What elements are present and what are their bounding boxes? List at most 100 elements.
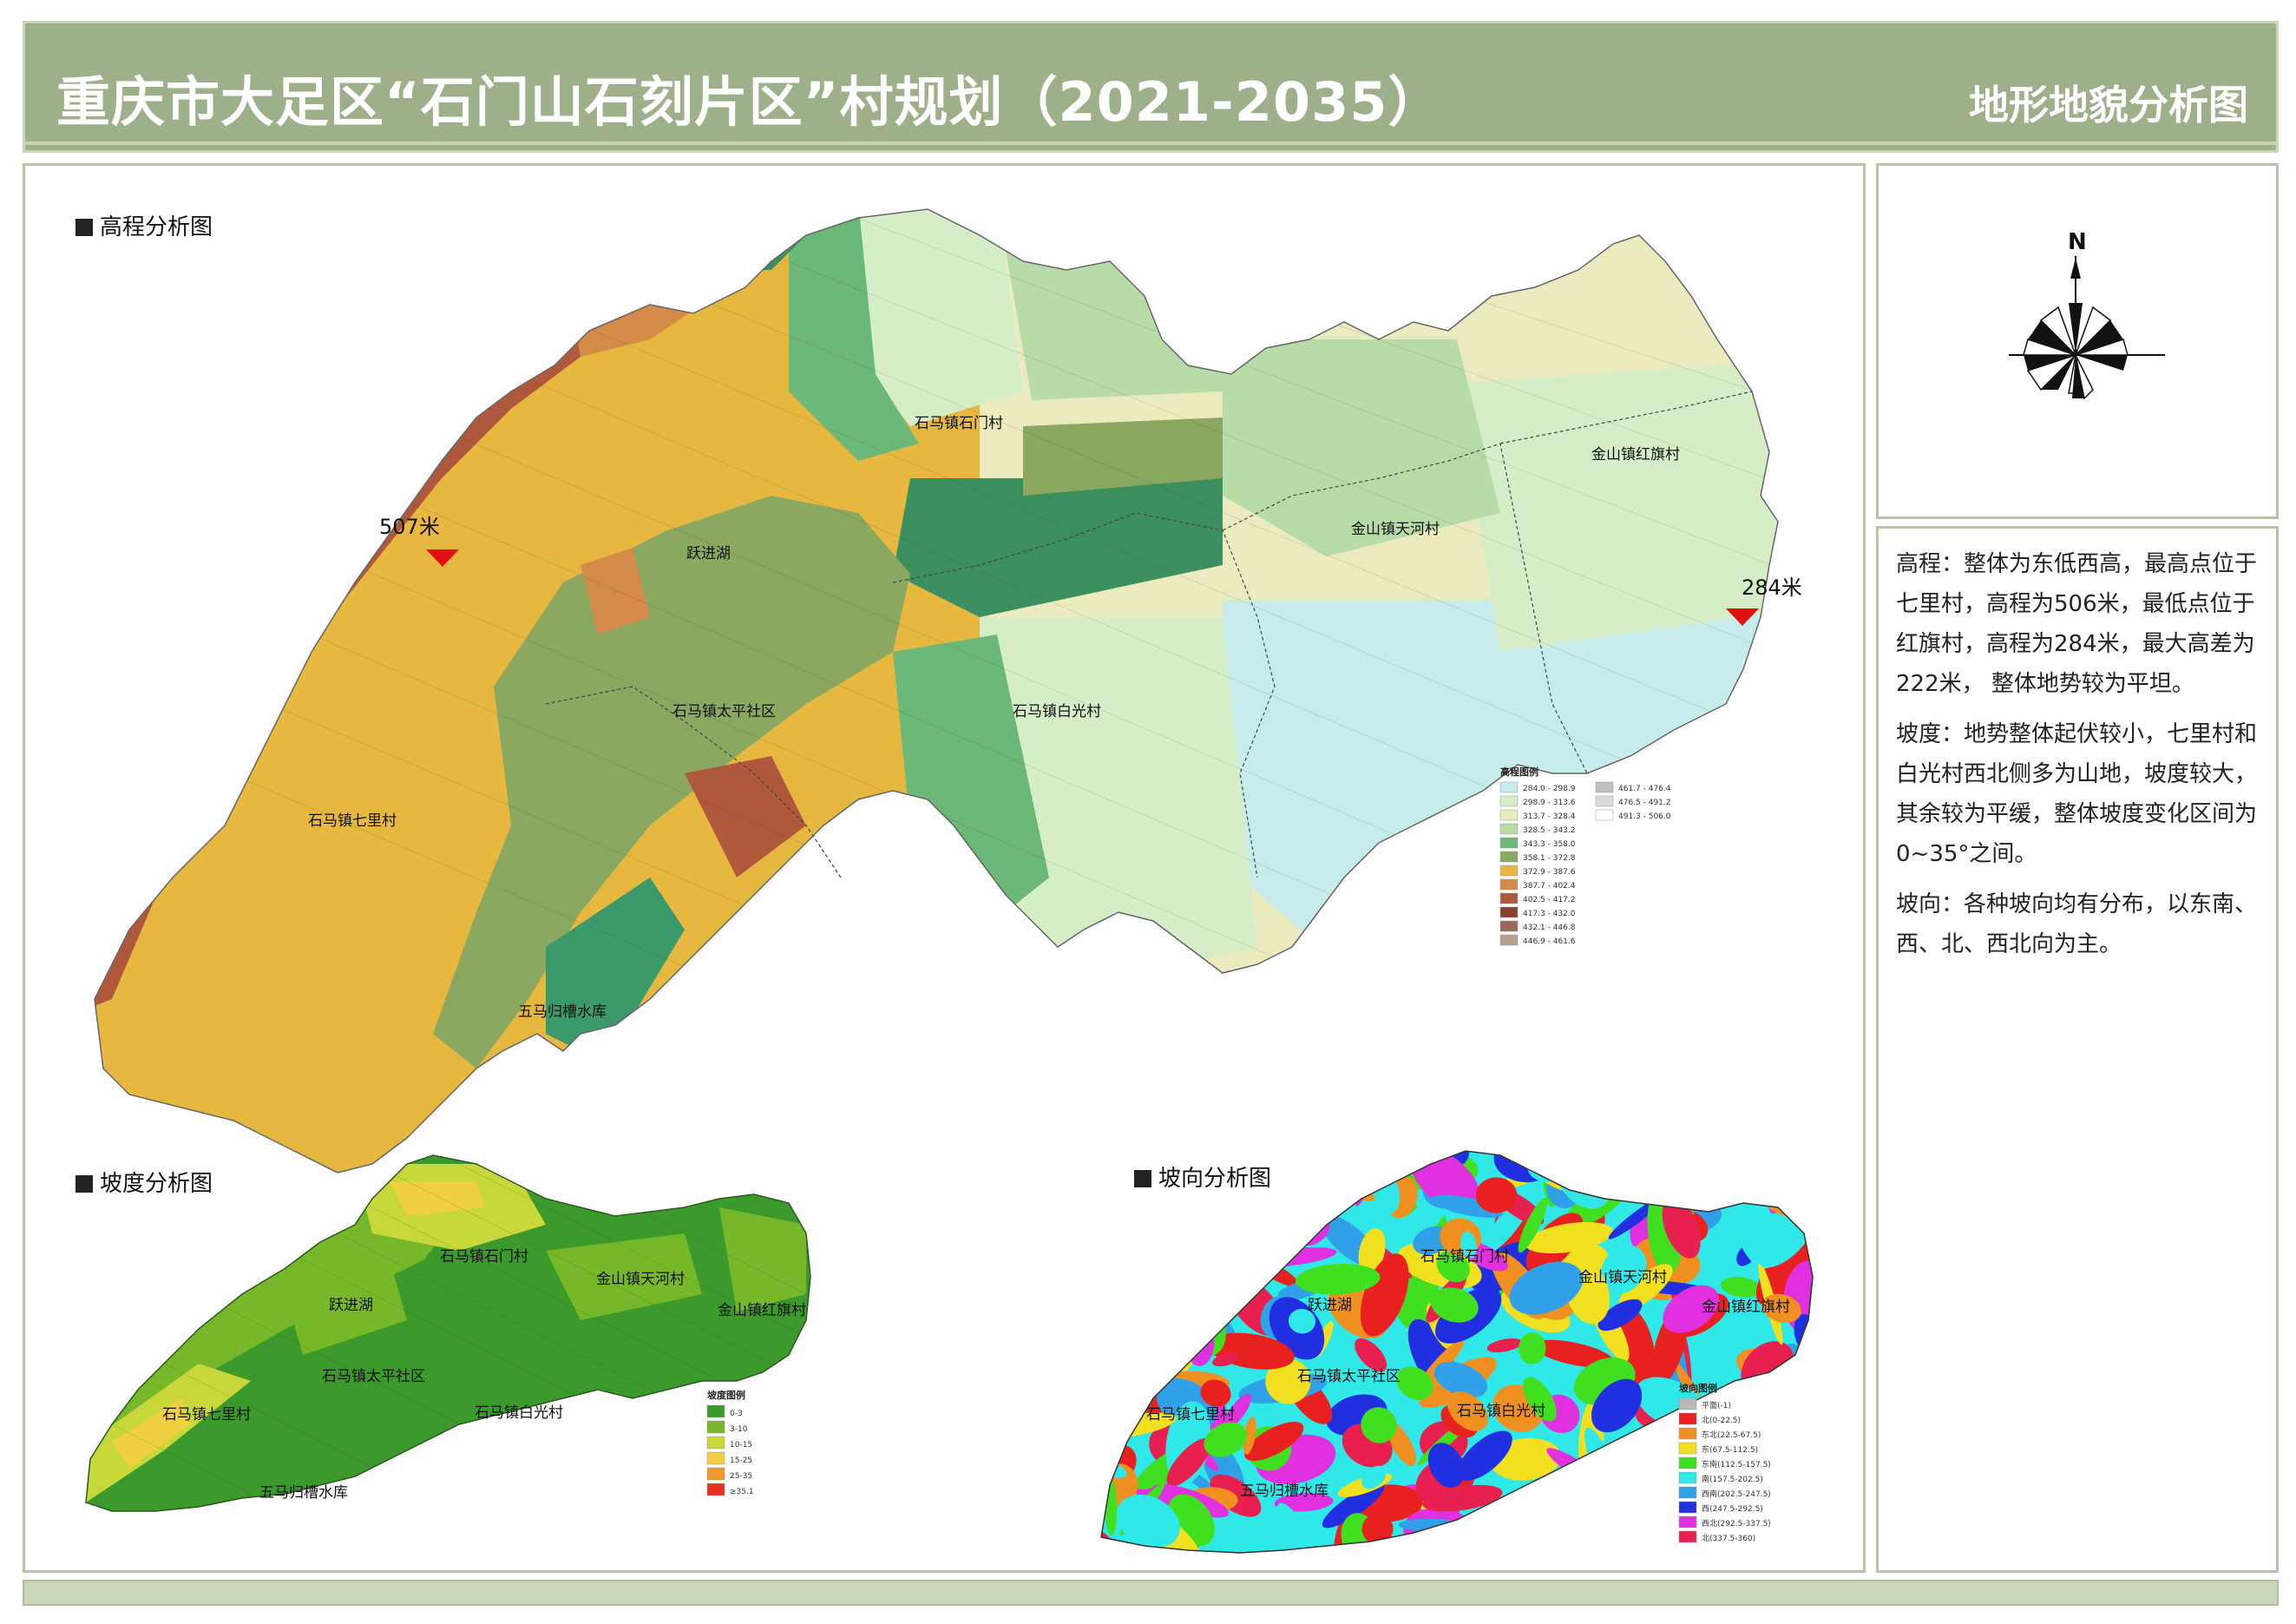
label-shimen-village: 石马镇石门村	[915, 415, 1003, 432]
legend-label: 328.5 - 343.2	[1523, 826, 1576, 835]
legend-swatch	[1595, 795, 1614, 807]
legend-swatch	[1499, 795, 1519, 807]
legend-swatch	[1499, 781, 1519, 793]
aspect-patch	[1159, 1304, 1175, 1354]
legend-label: 东(67.5-112.5)	[1702, 1444, 1758, 1455]
aspect-patch	[1475, 1177, 1518, 1213]
aspect-patch	[1184, 1151, 1247, 1186]
aspect-patch	[1267, 1151, 1313, 1192]
aspect-patch	[1166, 1253, 1197, 1286]
aspect-patch	[1182, 1151, 1238, 1174]
north-arrow-icon: N	[2009, 229, 2165, 400]
aspect-patch	[1781, 1151, 1813, 1181]
aspect-patch	[1694, 1151, 1732, 1179]
aspect-patch	[1585, 1487, 1648, 1520]
legend-swatch	[1499, 823, 1519, 835]
aspect-label-qili: 石马镇七里村	[1146, 1406, 1235, 1423]
aspect-patch	[1781, 1371, 1807, 1418]
aspect-patch	[1149, 1186, 1176, 1240]
footer-bar	[23, 1580, 2279, 1606]
aspect-patch	[1177, 1314, 1191, 1340]
aspect-label-taiping: 石马镇太平社区	[1297, 1368, 1401, 1385]
slope-analysis-text: 坡度：地势整体起伏较小，七里村和白光村西北侧多为山地，坡度较大，其余较为平缓，整…	[1896, 721, 2258, 867]
legend-label: 平面(-1)	[1702, 1401, 1731, 1410]
aspect-patch	[1112, 1397, 1143, 1418]
aspect-patch	[1101, 1212, 1145, 1255]
aspect-patch	[1770, 1437, 1813, 1508]
aspect-patch	[1184, 1151, 1259, 1176]
aspect-patch	[1256, 1224, 1283, 1271]
aspect-patch	[1263, 1200, 1289, 1229]
aspect-patch	[1161, 1193, 1197, 1268]
aspect-patch	[1167, 1151, 1218, 1187]
legend-swatch	[706, 1436, 725, 1450]
aspect-patch	[1312, 1177, 1381, 1201]
elevation-analysis-text: 高程：整体为东低西高，最高点位于七里村，高程为506米，最低点位于红旗村，高程为…	[1896, 551, 2258, 697]
legend-swatch	[1499, 865, 1519, 877]
aspect-patch	[1113, 1270, 1164, 1325]
aspect-patch	[1138, 1253, 1191, 1290]
aspect-patch	[1138, 1160, 1217, 1185]
legend-label: 387.7 - 402.4	[1523, 882, 1576, 891]
aspect-patch	[1526, 1151, 1567, 1182]
aspect-patch	[1101, 1277, 1137, 1310]
aspect-patch	[1581, 1151, 1624, 1192]
legend-swatch	[706, 1467, 725, 1481]
aspect-patch	[1650, 1161, 1676, 1182]
aspect-patch	[1500, 1506, 1524, 1532]
label-yuejin-lake: 跃进湖	[686, 545, 731, 562]
aspect-patch	[1149, 1151, 1184, 1214]
compass-north-label: N	[2068, 229, 2087, 255]
slope-label-qili: 石马镇七里村	[162, 1406, 251, 1423]
slope-label-baiguang: 石马镇白光村	[475, 1404, 563, 1422]
aspect-patch	[1168, 1185, 1224, 1256]
compass-panel: N	[1876, 163, 2279, 519]
aspect-patch	[1269, 1167, 1299, 1207]
slope-legend: 坡度图例 0-3 3-10 10-15 15-25 25-35 ≥35.1	[706, 1389, 754, 1496]
aspect-patch	[1744, 1151, 1794, 1192]
legend-swatch	[1678, 1486, 1697, 1499]
legend-label: 358.1 - 372.8	[1523, 854, 1576, 863]
label-tianhe-village: 金山镇天河村	[1351, 521, 1440, 538]
aspect-patch	[1101, 1319, 1113, 1371]
legend-swatch	[706, 1420, 725, 1434]
aspect-patch	[1152, 1334, 1184, 1363]
aspect-patch	[1677, 1528, 1713, 1553]
legend-swatch	[1499, 892, 1519, 904]
aspect-patch	[1545, 1514, 1610, 1553]
legend-swatch	[1499, 934, 1519, 946]
aspect-label-tianhe: 金山镇天河村	[1578, 1269, 1667, 1286]
slope-map	[86, 1155, 810, 1511]
legend-label: 南(157.5-202.5)	[1702, 1474, 1763, 1484]
aspect-patch	[1665, 1154, 1741, 1177]
legend-label: 446.9 - 461.6	[1523, 937, 1576, 946]
aspect-patch	[1121, 1308, 1161, 1386]
aspect-patch	[1174, 1241, 1230, 1294]
aspect-patch	[1512, 1151, 1554, 1166]
aspect-patch	[1108, 1191, 1151, 1259]
aspect-label-reservoir: 五马归槽水库	[1240, 1483, 1328, 1500]
header-banner: 重庆市大足区“石门山石刻片区”村规划（2021-2035） 地形地貌分析图	[23, 21, 2279, 153]
aspect-patch	[1126, 1222, 1158, 1280]
aspect-label-baiguang: 石马镇白光村	[1457, 1403, 1545, 1420]
legend-label: 313.7 - 328.4	[1523, 812, 1576, 821]
legend-label: 25-35	[730, 1472, 752, 1481]
aspect-patch	[1101, 1314, 1175, 1356]
legend-swatch	[1678, 1530, 1697, 1543]
aspect-patch	[1101, 1342, 1127, 1363]
aspect-patch	[1166, 1184, 1223, 1234]
aspect-label-shimen: 石马镇石门村	[1420, 1248, 1509, 1266]
aspect-patch	[1770, 1432, 1813, 1470]
aspect-patch	[1788, 1382, 1813, 1443]
legend-swatch	[1499, 851, 1519, 863]
aspect-patch	[1622, 1496, 1666, 1551]
aspect-patch	[1164, 1246, 1210, 1300]
aspect-patch	[1177, 1231, 1232, 1260]
aspect-patch	[1146, 1279, 1217, 1299]
aspect-patch	[1801, 1400, 1813, 1470]
aspect-patch	[1451, 1521, 1478, 1553]
legend-swatch	[1678, 1442, 1697, 1455]
aspect-patch	[1614, 1449, 1670, 1483]
aspect-patch	[1312, 1151, 1344, 1203]
map-type-title: 地形地貌分析图	[1969, 82, 2248, 128]
